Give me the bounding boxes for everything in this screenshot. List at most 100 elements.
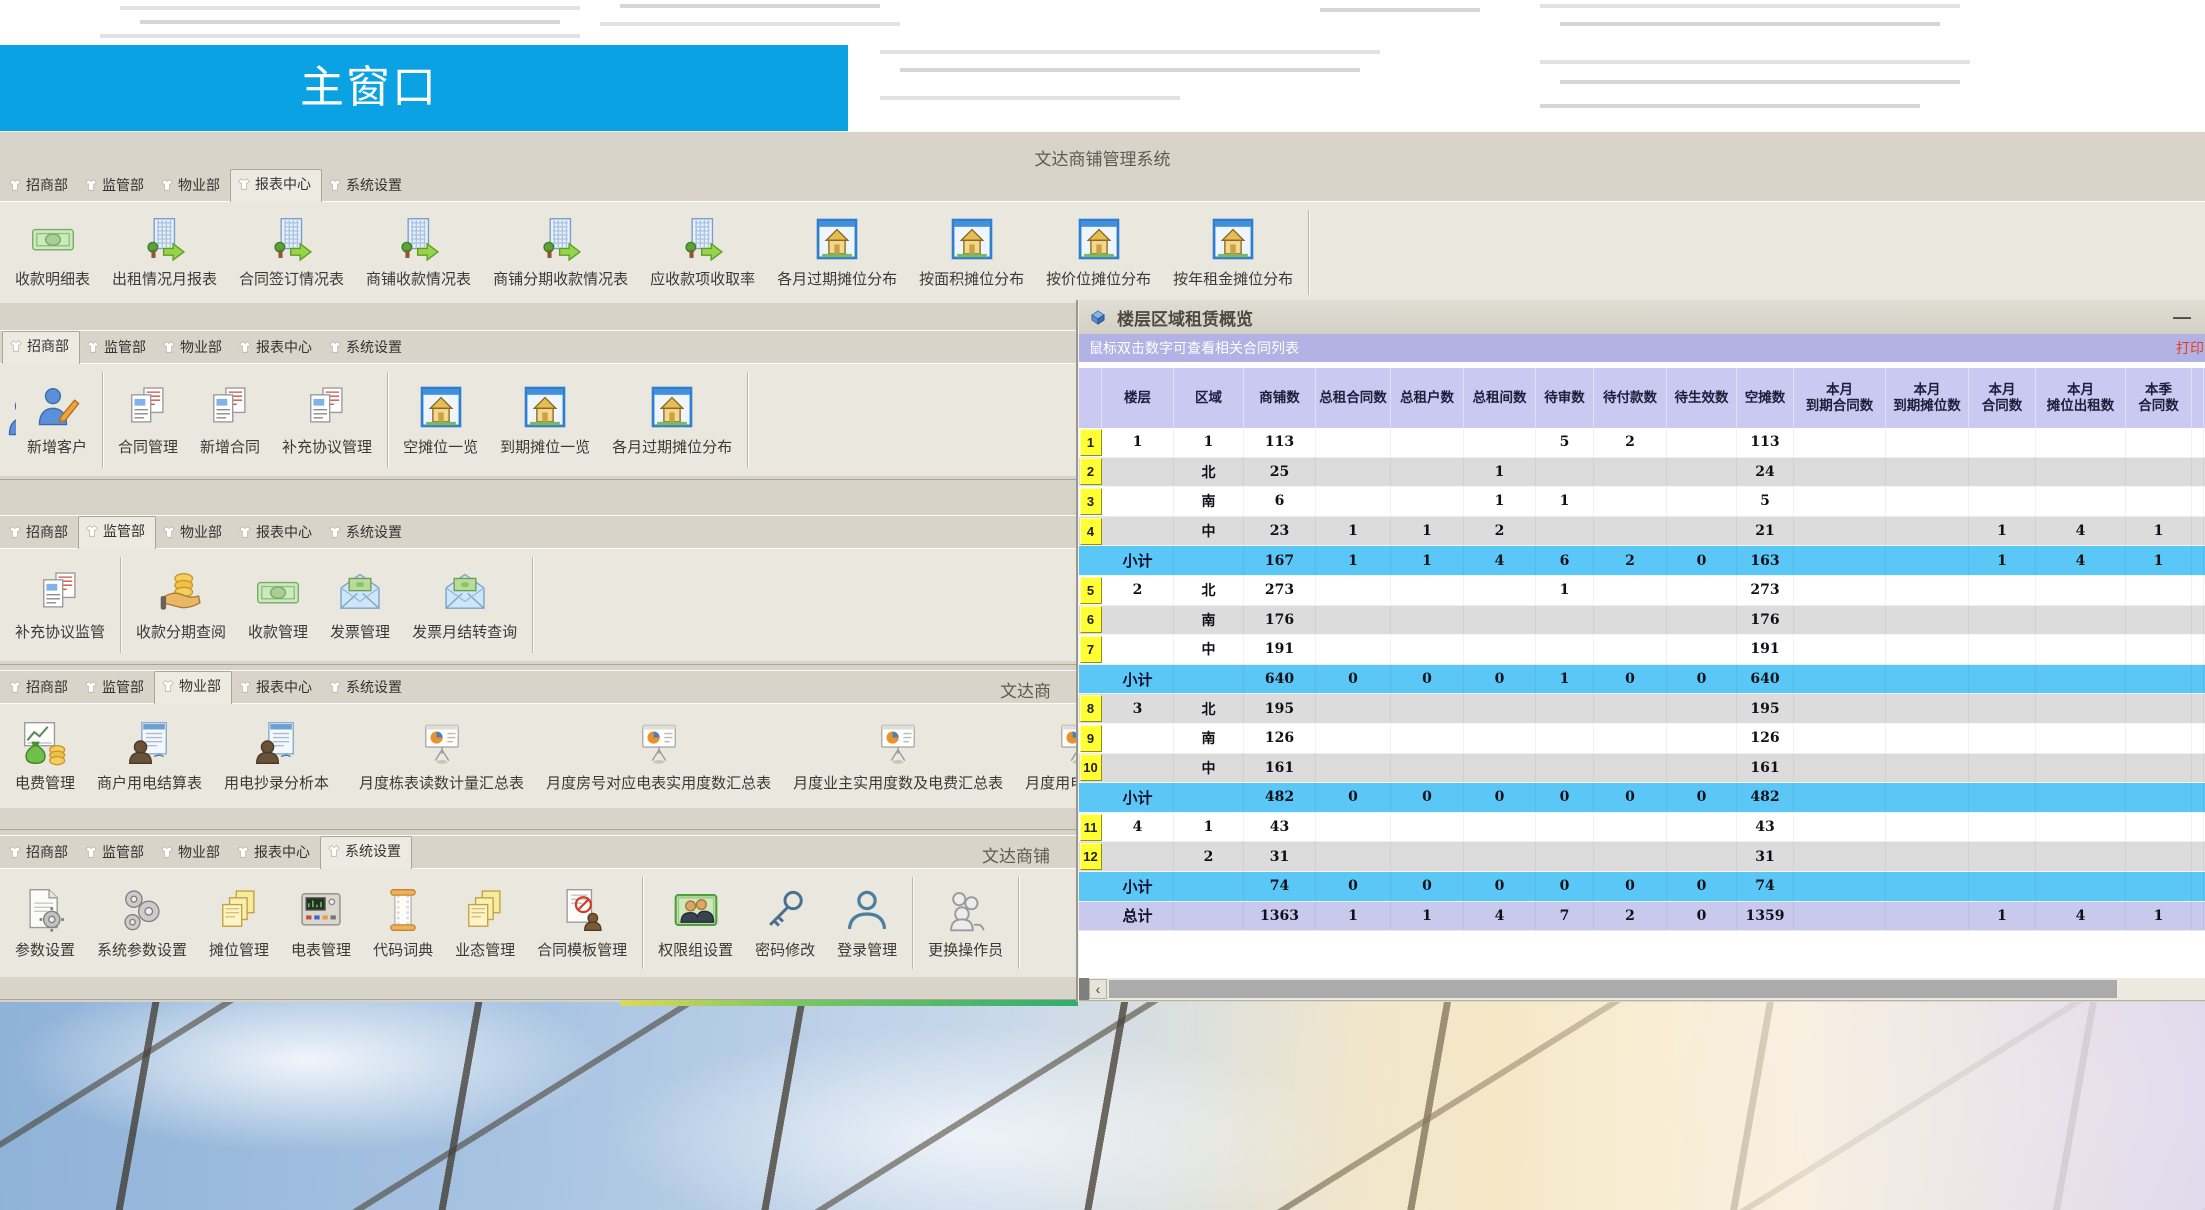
cell[interactable]: 273 bbox=[1244, 576, 1316, 605]
cell[interactable]: 1 bbox=[1316, 902, 1391, 931]
cell[interactable]: 1 bbox=[1969, 517, 2036, 546]
ribbon-item[interactable]: 月度业主实用度数及电费汇总表 bbox=[782, 718, 1014, 795]
row-number-badge[interactable]: 11 bbox=[1080, 814, 1102, 841]
cell[interactable]: 176 bbox=[1244, 606, 1316, 635]
cell[interactable]: 0 bbox=[1464, 783, 1536, 812]
tab-招商部[interactable]: 招商部 bbox=[2, 838, 78, 868]
cell[interactable]: 2 bbox=[1102, 576, 1174, 605]
cell[interactable]: 191 bbox=[1737, 635, 1794, 664]
cell[interactable]: 74 bbox=[1737, 872, 1794, 901]
ribbon-item[interactable]: 合同模板管理 bbox=[526, 885, 638, 962]
tab-监管部[interactable]: 监管部 bbox=[78, 673, 154, 703]
ribbon-item[interactable]: 新增合同 bbox=[189, 382, 271, 459]
cell[interactable]: 1 bbox=[1174, 813, 1244, 842]
cell[interactable]: 1 bbox=[1536, 576, 1594, 605]
cell[interactable]: 0 bbox=[1464, 872, 1536, 901]
ribbon-item[interactable]: 权限组设置 bbox=[647, 885, 744, 962]
cell[interactable]: 0 bbox=[1391, 665, 1464, 694]
cell[interactable]: 7 bbox=[1536, 902, 1594, 931]
cell[interactable]: 161 bbox=[1244, 754, 1316, 783]
cell[interactable]: 3 bbox=[1102, 694, 1174, 723]
ribbon-item[interactable]: 密码修改 bbox=[744, 885, 826, 962]
cell[interactable]: 195 bbox=[1244, 694, 1316, 723]
cell[interactable]: 0 bbox=[1391, 872, 1464, 901]
ribbon-item[interactable]: 商铺分期收款情况表 bbox=[482, 214, 639, 291]
ribbon-item[interactable]: 各月过期摊位分布 bbox=[601, 382, 743, 459]
cell[interactable]: 北 bbox=[1174, 694, 1244, 723]
cell[interactable]: 中 bbox=[1174, 517, 1244, 546]
cell[interactable]: 0 bbox=[1667, 872, 1737, 901]
cell[interactable]: 2 bbox=[1174, 842, 1244, 871]
cell[interactable]: 1 bbox=[1316, 546, 1391, 575]
tab-招商部[interactable]: 招商部 bbox=[2, 518, 78, 548]
ribbon-item[interactable]: 业态管理 bbox=[444, 885, 526, 962]
row-label[interactable]: 小计 bbox=[1102, 665, 1174, 694]
cell[interactable]: 1 bbox=[1536, 665, 1594, 694]
cell[interactable]: 126 bbox=[1737, 724, 1794, 753]
cell[interactable]: 1 bbox=[2126, 546, 2192, 575]
cell[interactable]: 2 bbox=[1594, 428, 1667, 457]
cell[interactable]: 640 bbox=[1244, 665, 1316, 694]
cell[interactable]: 北 bbox=[1174, 576, 1244, 605]
cell[interactable]: 南 bbox=[1174, 487, 1244, 516]
cell[interactable]: 31 bbox=[1244, 842, 1316, 871]
cell[interactable]: 4 bbox=[2036, 902, 2126, 931]
cell[interactable]: 43 bbox=[1737, 813, 1794, 842]
cell[interactable]: 176 bbox=[1737, 606, 1794, 635]
cell[interactable]: 0 bbox=[1536, 872, 1594, 901]
cell[interactable]: 163 bbox=[1737, 546, 1794, 575]
tab-监管部[interactable]: 监管部 bbox=[80, 333, 156, 363]
cell[interactable]: 0 bbox=[1667, 546, 1737, 575]
tab-监管部[interactable]: 监管部 bbox=[78, 516, 156, 549]
cell[interactable]: 482 bbox=[1244, 783, 1316, 812]
tab-系统设置[interactable]: 系统设置 bbox=[320, 836, 412, 869]
tab-报表中心[interactable]: 报表中心 bbox=[230, 838, 320, 868]
cell[interactable]: 0 bbox=[1391, 783, 1464, 812]
ribbon-item[interactable]: 摊位管理 bbox=[198, 885, 280, 962]
tab-系统设置[interactable]: 系统设置 bbox=[322, 171, 412, 201]
scrollbar-thumb[interactable] bbox=[1109, 980, 2117, 998]
ribbon-item[interactable]: 合同签订情况表 bbox=[228, 214, 355, 291]
row-number-badge[interactable]: 6 bbox=[1080, 606, 1102, 633]
tab-报表中心[interactable]: 报表中心 bbox=[232, 518, 322, 548]
ribbon-item[interactable]: 登录管理 bbox=[826, 885, 908, 962]
tab-报表中心[interactable]: 报表中心 bbox=[230, 169, 322, 202]
cell[interactable]: 126 bbox=[1244, 724, 1316, 753]
cell[interactable]: 4 bbox=[2036, 517, 2126, 546]
tab-监管部[interactable]: 监管部 bbox=[78, 838, 154, 868]
cell[interactable]: 640 bbox=[1737, 665, 1794, 694]
cell[interactable]: 273 bbox=[1737, 576, 1794, 605]
ribbon-item[interactable]: 用电抄录分析本 bbox=[213, 718, 340, 795]
cell[interactable]: 0 bbox=[1316, 783, 1391, 812]
cell[interactable]: 1 bbox=[2126, 517, 2192, 546]
tab-报表中心[interactable]: 报表中心 bbox=[232, 673, 322, 703]
cell[interactable]: 74 bbox=[1244, 872, 1316, 901]
cell[interactable]: 1 bbox=[1102, 428, 1174, 457]
cell[interactable]: 0 bbox=[1594, 665, 1667, 694]
ribbon-item[interactable]: 应收款项收取率 bbox=[639, 214, 766, 291]
cell[interactable]: 23 bbox=[1244, 517, 1316, 546]
cell[interactable]: 0 bbox=[1316, 665, 1391, 694]
row-label[interactable]: 总计 bbox=[1102, 902, 1174, 931]
tab-监管部[interactable]: 监管部 bbox=[78, 171, 154, 201]
row-number-badge[interactable]: 3 bbox=[1080, 488, 1102, 515]
ribbon-item[interactable]: 补充协议管理 bbox=[271, 382, 383, 459]
ribbon-item[interactable]: 月度房号对应电表实用度数汇总表 bbox=[535, 718, 782, 795]
tab-报表中心[interactable]: 报表中心 bbox=[232, 333, 322, 363]
ribbon-item[interactable]: 按价位摊位分布 bbox=[1035, 214, 1162, 291]
row-number-badge[interactable]: 7 bbox=[1080, 636, 1102, 663]
row-label[interactable]: 小计 bbox=[1102, 783, 1174, 812]
horizontal-scrollbar[interactable]: ‹ bbox=[1079, 978, 2205, 1000]
ribbon-item[interactable]: 发票管理 bbox=[319, 567, 401, 644]
cell[interactable]: 113 bbox=[1244, 428, 1316, 457]
cell[interactable]: 1 bbox=[1391, 517, 1464, 546]
tab-系统设置[interactable]: 系统设置 bbox=[322, 333, 412, 363]
row-number-badge[interactable]: 12 bbox=[1080, 843, 1102, 870]
ribbon-item[interactable]: 商铺收款情况表 bbox=[355, 214, 482, 291]
cell[interactable]: 1363 bbox=[1244, 902, 1316, 931]
cell[interactable]: 中 bbox=[1174, 754, 1244, 783]
cell[interactable]: 1 bbox=[2126, 902, 2192, 931]
cell[interactable]: 31 bbox=[1737, 842, 1794, 871]
ribbon-item[interactable]: 发票月结转查询 bbox=[401, 567, 528, 644]
print-link[interactable]: 打印 bbox=[2176, 338, 2204, 358]
